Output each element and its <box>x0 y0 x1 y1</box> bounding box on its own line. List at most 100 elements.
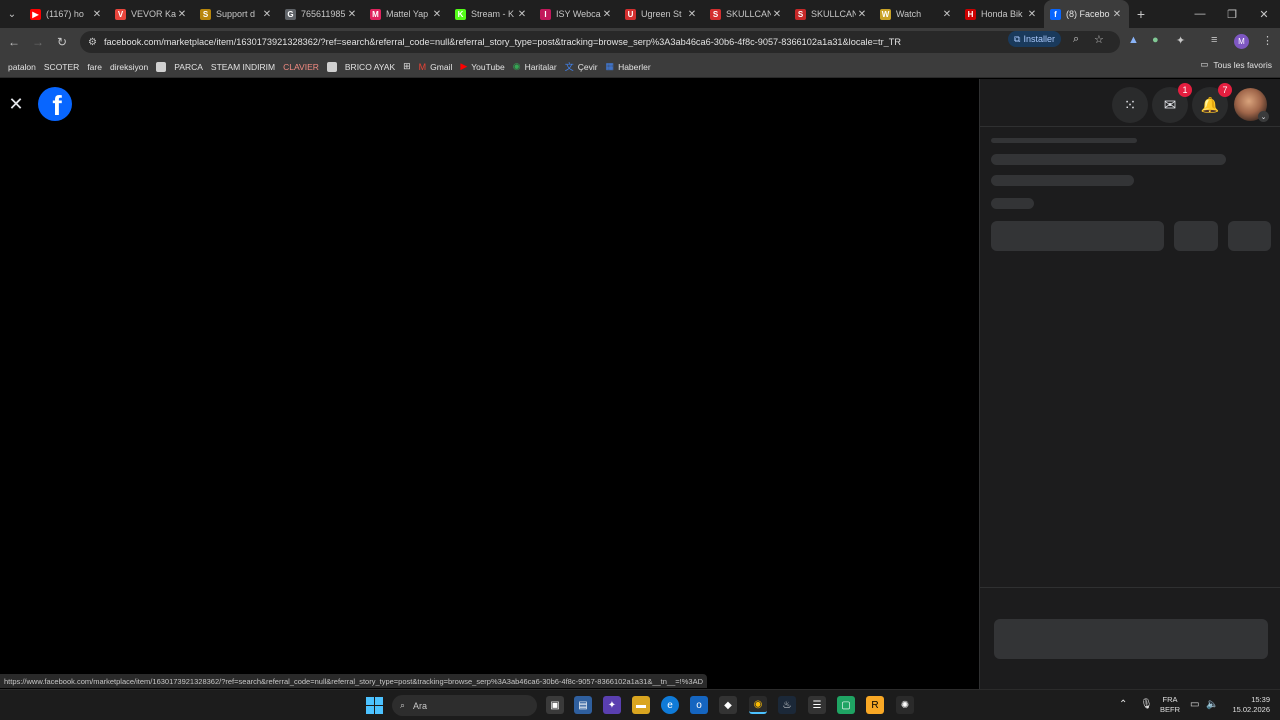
back-button[interactable]: ← <box>2 30 26 54</box>
bookmark-item[interactable]: ◉ Haritalar <box>509 58 561 76</box>
bookmark-favicon-icon <box>156 61 167 72</box>
file-explorer-icon[interactable]: ▬ <box>632 696 650 714</box>
menu-kebab-icon[interactable]: ⋮ <box>1262 34 1273 47</box>
facebook-logo[interactable]: f <box>38 87 72 121</box>
tab-close-icon[interactable]: ✕ <box>941 9 953 20</box>
browser-tab[interactable]: G 765611985 ✕ <box>279 0 364 28</box>
bookmark-item[interactable]: patalon <box>4 58 40 76</box>
microphone-icon[interactable]: 🎙 <box>1140 699 1153 710</box>
browser-tab[interactable]: I ISY Webca ✕ <box>534 0 619 28</box>
settings-app-icon[interactable]: ☰ <box>808 696 826 714</box>
extension-shield-icon[interactable]: ● <box>1152 34 1159 46</box>
tab-title: 765611985 <box>301 9 346 19</box>
chevron-down-icon[interactable]: ⌄ <box>1258 111 1269 122</box>
maps-icon: ◉ <box>512 61 521 71</box>
start-button[interactable] <box>366 697 383 714</box>
site-info-icon[interactable]: ⚙ <box>88 37 104 48</box>
profile-avatar[interactable]: M <box>1234 34 1249 49</box>
taskbar-search[interactable]: ⌕ Ara <box>392 695 537 716</box>
show-hidden-icons-chevron-icon[interactable]: ⌃ <box>1119 699 1127 710</box>
browser-tab[interactable]: W Watch ✕ <box>874 0 959 28</box>
bookmark-item[interactable]: STEAM INDIRIM <box>207 58 279 76</box>
tab-close-icon[interactable]: ✕ <box>1111 9 1123 20</box>
tab-close-icon[interactable]: ✕ <box>1026 9 1038 20</box>
tab-close-icon[interactable]: ✕ <box>91 9 103 20</box>
bookmark-item[interactable]: ▶ YouTube <box>456 58 508 76</box>
system-clock[interactable]: 15:39 15.02.2026 <box>1228 695 1270 715</box>
keyboard-language[interactable]: FRA BEFR <box>1160 695 1180 715</box>
bookmark-star-icon[interactable]: ☆ <box>1094 33 1104 46</box>
network-icon[interactable]: ▭ <box>1190 699 1199 710</box>
bookmark-item[interactable]: 文 Çevir <box>561 58 602 76</box>
tab-close-icon[interactable]: ✕ <box>431 9 443 20</box>
close-window-button[interactable]: ✕ <box>1248 0 1280 28</box>
maximize-button[interactable]: ❐ <box>1216 0 1248 28</box>
url-text[interactable]: facebook.com/marketplace/item/1630173921… <box>104 37 994 47</box>
bookmark-item[interactable]: BRICO AYAK <box>341 58 399 76</box>
close-listing-button[interactable]: ✕ <box>4 92 28 116</box>
copilot-icon[interactable]: ✦ <box>603 696 621 714</box>
status-bar: https://www.facebook.com/marketplace/ite… <box>0 674 707 688</box>
apps-grid-bookmark[interactable]: ⊞ <box>399 58 415 76</box>
tab-media-icon[interactable]: ≡ <box>1211 34 1217 46</box>
outlook-icon[interactable]: o <box>690 696 708 714</box>
windows-taskbar: ⌕ Ara ▣ ▤ ✦ ▬ e o ◆ ◉ ♨ ☰ ▢ R ✺ ⌃ 🎙 FRA … <box>0 689 1280 720</box>
minimize-button[interactable]: — <box>1184 0 1216 28</box>
bookmark-item[interactable]: SCOTER <box>40 58 83 76</box>
bookmark-label: direksiyon <box>109 61 149 72</box>
browser-tab[interactable]: M Mattel Yap ✕ <box>364 0 449 28</box>
messenger-button[interactable]: ✉ 1 <box>1152 83 1192 123</box>
forward-button[interactable]: → <box>26 30 50 54</box>
bookmark-item[interactable] <box>323 58 341 76</box>
menu-button[interactable]: ⁙ <box>1112 87 1148 123</box>
app-icon[interactable]: ◆ <box>719 696 737 714</box>
install-app-button[interactable]: ⧉ Installer <box>1008 31 1061 47</box>
rockstar-icon[interactable]: R <box>866 696 884 714</box>
extensions-puzzle-icon[interactable]: ✦ <box>1176 34 1185 47</box>
store-icon[interactable]: ▤ <box>574 696 592 714</box>
new-tab-button[interactable]: + <box>1129 6 1153 22</box>
browser-tab[interactable]: f (8) Facebo ✕ <box>1044 0 1129 28</box>
bookmark-item[interactable] <box>152 58 170 76</box>
bookmark-item[interactable]: PARCA <box>170 58 207 76</box>
tab-close-icon[interactable]: ✕ <box>686 9 698 20</box>
tab-close-icon[interactable]: ✕ <box>856 9 868 20</box>
browser-tab[interactable]: S Support d ✕ <box>194 0 279 28</box>
tab-search-button[interactable]: ⌄ <box>0 0 24 28</box>
tab-close-icon[interactable]: ✕ <box>261 9 273 20</box>
bookmark-item[interactable]: direksiyon <box>106 58 152 76</box>
bookmark-item[interactable]: fare <box>83 58 106 76</box>
volume-icon[interactable]: 🔈 <box>1206 699 1218 710</box>
reload-button[interactable]: ↻ <box>50 30 74 54</box>
tab-close-icon[interactable]: ✕ <box>771 9 783 20</box>
bookmark-label: Gmail <box>430 61 453 72</box>
bookmark-item[interactable]: ▦ Haberler <box>602 58 655 76</box>
browser-tab[interactable]: U Ugreen St ✕ <box>619 0 704 28</box>
tab-close-icon[interactable]: ✕ <box>176 9 188 20</box>
android-studio-icon[interactable]: ▢ <box>837 696 855 714</box>
tab-close-icon[interactable]: ✕ <box>346 9 358 20</box>
chatgpt-icon[interactable]: ✺ <box>896 696 914 714</box>
browser-tab[interactable]: V VEVOR Ka ✕ <box>109 0 194 28</box>
browser-tab[interactable]: K Stream - K ✕ <box>449 0 534 28</box>
browser-tab[interactable]: ▶ (1167) ho ✕ <box>24 0 109 28</box>
install-icon: ⧉ <box>1014 33 1021 44</box>
tab-title: Watch <box>896 9 922 19</box>
browser-tab[interactable]: S SKULLCAN ✕ <box>704 0 789 28</box>
bookmark-item[interactable]: CLAVIER <box>279 58 323 76</box>
address-bar[interactable]: ⚙ facebook.com/marketplace/item/16301739… <box>80 31 1120 53</box>
task-view-icon[interactable]: ▣ <box>546 696 564 714</box>
notifications-button[interactable]: 🔔 7 <box>1192 83 1232 123</box>
tab-close-icon[interactable]: ✕ <box>601 9 613 20</box>
tab-close-icon[interactable]: ✕ <box>516 9 528 20</box>
zoom-icon[interactable]: ⌕ <box>1073 33 1079 46</box>
browser-tab[interactable]: S SKULLCAN ✕ <box>789 0 874 28</box>
all-bookmarks[interactable]: ▭ Tous les favoris <box>1200 59 1272 70</box>
steam-icon[interactable]: ♨ <box>778 696 796 714</box>
drive-extension-icon[interactable]: ▲ <box>1128 34 1139 46</box>
edge-icon[interactable]: e <box>661 696 679 714</box>
bookmark-item[interactable]: M Gmail <box>415 58 457 76</box>
browser-tab[interactable]: H Honda Bik ✕ <box>959 0 1044 28</box>
chrome-icon[interactable]: ◉ <box>749 696 767 714</box>
tab-title: Support d <box>216 9 256 19</box>
